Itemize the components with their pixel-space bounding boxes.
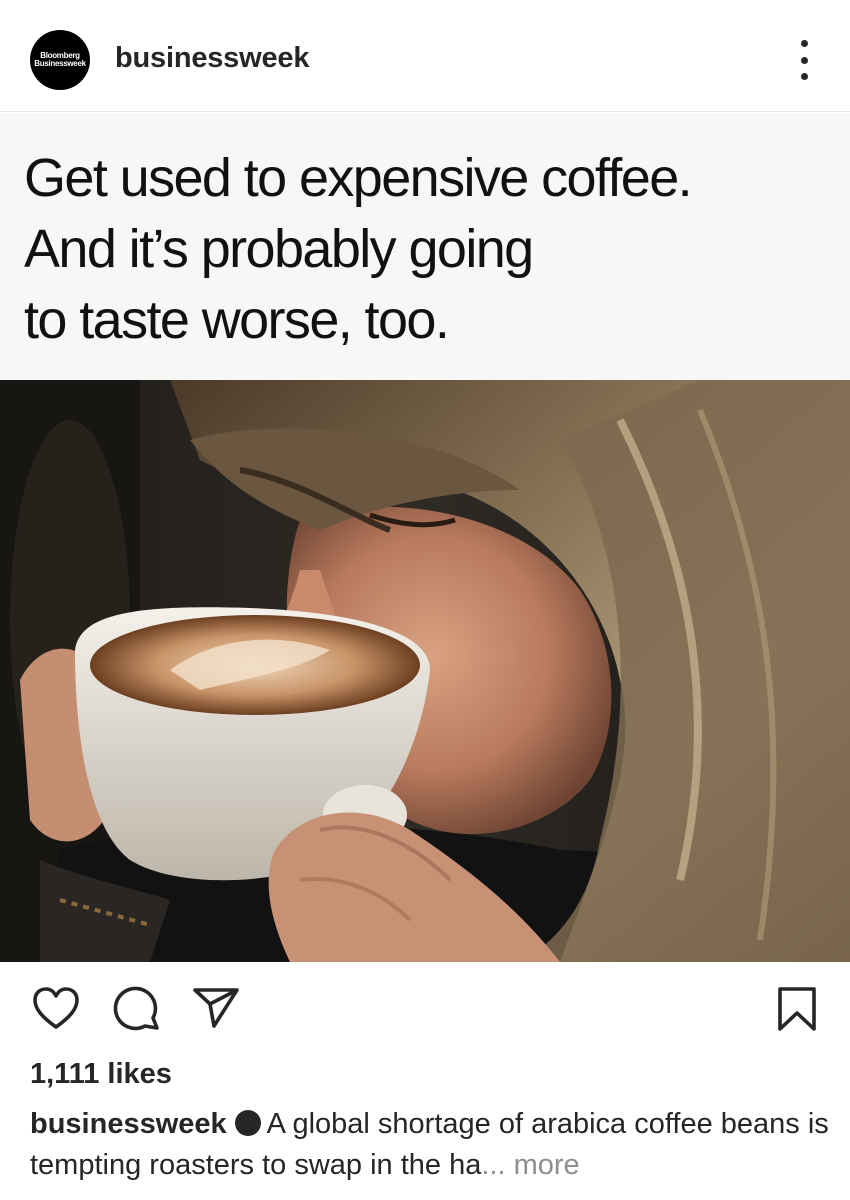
post-headline: Get used to expensive coffee. And it’s p… [24,148,693,350]
caption-more-link[interactable]: more [514,1149,580,1181]
caption-username[interactable]: businessweek [30,1108,227,1140]
photo-woman-drinking-cappuccino [0,380,850,962]
paper-plane-icon[interactable] [192,986,240,1035]
instagram-post: Bloomberg Businessweek businessweek Get … [0,0,850,1200]
post-photo[interactable] [0,380,850,962]
post-header: Bloomberg Businessweek businessweek [0,0,850,112]
heart-icon[interactable] [32,986,80,1035]
headline-banner: Get used to expensive coffee. And it’s p… [0,113,850,380]
comment-icon[interactable] [113,986,161,1037]
verified-badge-icon [234,1110,261,1136]
bookmark-icon[interactable] [776,986,818,1037]
likes-count[interactable]: 1,111 likes [30,1058,172,1091]
action-bar [0,962,850,1052]
caption-ellipsis: ... [481,1149,506,1181]
avatar[interactable]: Bloomberg Businessweek [30,30,90,90]
post-caption: businessweek A global shortage of arabica… [30,1104,830,1186]
more-options-icon[interactable] [790,40,818,80]
author-username[interactable]: businessweek [115,42,309,75]
avatar-text-line2: Businessweek [34,59,86,68]
